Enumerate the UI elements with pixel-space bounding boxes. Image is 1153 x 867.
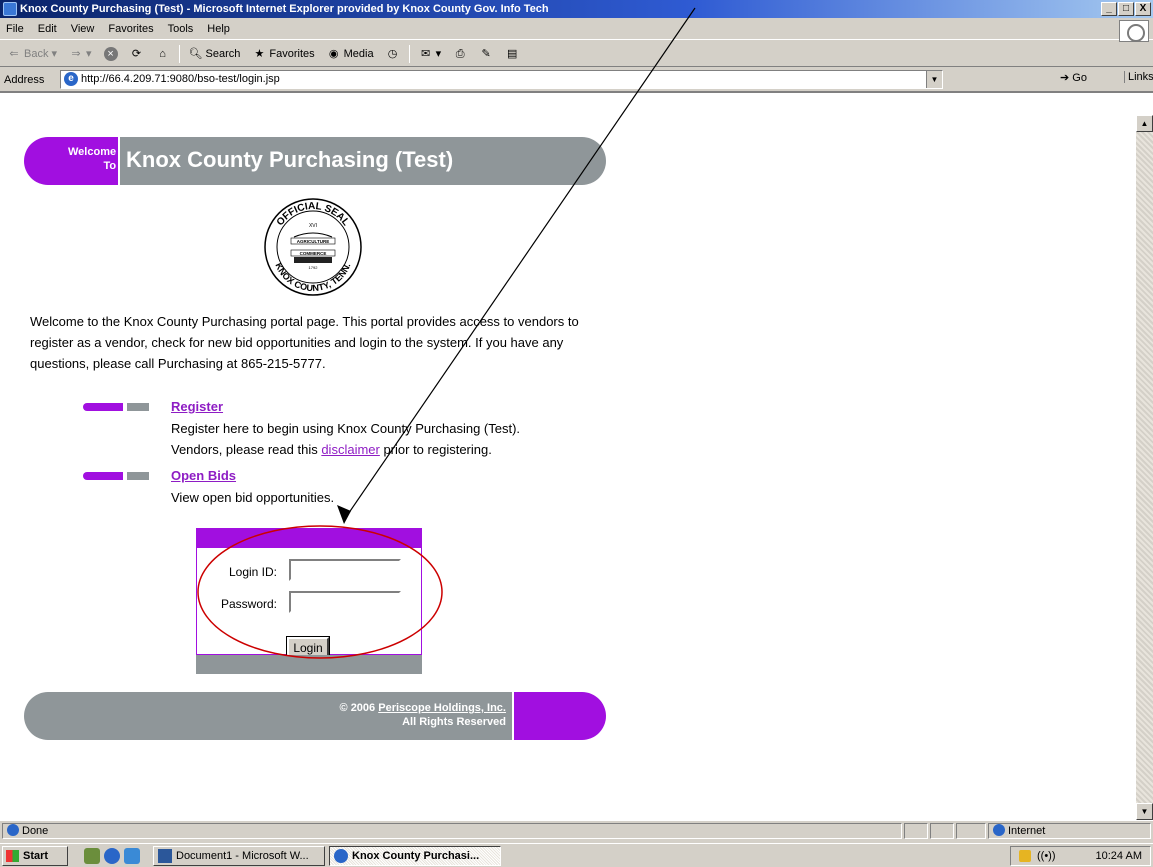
- address-label: Address: [4, 73, 45, 86]
- address-bar: Address e http://66.4.209.71:9080/bso-te…: [0, 68, 1153, 92]
- menu-file[interactable]: File: [6, 23, 24, 35]
- window-title: Knox County Purchasing (Test) - Microsof…: [20, 3, 549, 15]
- menu-tools[interactable]: Tools: [168, 23, 194, 35]
- status-bar: Done Internet: [0, 820, 1153, 840]
- media-button[interactable]: ◉ Media: [324, 44, 377, 64]
- menu-edit[interactable]: Edit: [38, 23, 57, 35]
- forward-arrow-icon: ⇒: [71, 47, 81, 60]
- window-title-bar[interactable]: Knox County Purchasing (Test) - Microsof…: [0, 0, 1153, 18]
- refresh-button[interactable]: ⟳: [127, 44, 147, 64]
- back-arrow-icon: ⇐: [9, 47, 19, 60]
- page-icon: e: [64, 72, 78, 86]
- word-icon: [158, 849, 172, 863]
- welcome-label: Welcome To: [68, 146, 117, 172]
- internet-explorer-quicklaunch-icon[interactable]: [104, 848, 120, 864]
- discuss-button[interactable]: ▤: [502, 44, 522, 64]
- minimize-button[interactable]: _: [1101, 2, 1117, 16]
- windows-logo-throbber: [1119, 20, 1149, 42]
- forward-button[interactable]: ⇒ ▾: [66, 44, 95, 64]
- mail-icon: ✉: [421, 47, 431, 60]
- page-done-icon: [7, 824, 19, 836]
- toolbar-separator: [178, 44, 180, 63]
- tray-app-icon[interactable]: [1019, 850, 1031, 862]
- taskbar: Start Document1 - Microsoft W... Knox Co…: [0, 843, 1153, 867]
- page-content: Welcome To Knox County Purchasing (Test)…: [0, 115, 1136, 820]
- address-url: http://66.4.209.71:9080/bso-test/login.j…: [81, 73, 280, 85]
- outlook-quicklaunch-icon[interactable]: [124, 848, 140, 864]
- menu-favorites[interactable]: Favorites: [108, 23, 153, 35]
- vertical-scrollbar[interactable]: ▲ ▼: [1136, 115, 1153, 820]
- taskbar-button-knox[interactable]: Knox County Purchasi...: [329, 846, 501, 866]
- history-icon: ◷: [387, 47, 398, 60]
- login-id-input[interactable]: [289, 559, 401, 581]
- official-seal-logo: OFFICIAL SEAL KNOX COUNTY, TENN. XVI AGR…: [264, 198, 362, 296]
- password-input[interactable]: [289, 591, 401, 613]
- go-button[interactable]: ➔ Go: [1060, 71, 1087, 84]
- scroll-down-button[interactable]: ▼: [1136, 803, 1153, 820]
- address-input[interactable]: e http://66.4.209.71:9080/bso-test/login…: [60, 70, 943, 89]
- search-button[interactable]: 🔍︎ Search: [186, 44, 244, 64]
- status-text-cell: Done: [2, 823, 902, 839]
- system-tray: ((•)) 10:24 AM: [1010, 846, 1151, 866]
- scroll-up-button[interactable]: ▲: [1136, 115, 1153, 132]
- periscope-link[interactable]: Periscope Holdings, Inc.: [378, 702, 506, 714]
- bullet-bar-icon: [83, 403, 149, 411]
- favorites-icon: ★: [254, 47, 265, 60]
- favorites-button[interactable]: ★ Favorites: [249, 44, 317, 64]
- svg-text:AGRICULTURE: AGRICULTURE: [297, 239, 329, 244]
- media-icon: ◉: [328, 47, 339, 60]
- intro-text: Welcome to the Knox County Purchasing po…: [30, 314, 579, 371]
- mail-button[interactable]: ✉ ▾: [416, 44, 445, 64]
- copyright: © 2006 Periscope Holdings, Inc. All Righ…: [339, 702, 506, 728]
- home-icon: ⌂: [159, 47, 166, 60]
- zone-cell: Internet: [988, 823, 1151, 839]
- clock: 10:24 AM: [1095, 850, 1142, 862]
- links-button[interactable]: Links: [1124, 71, 1153, 83]
- print-icon: ⎙: [455, 47, 465, 60]
- maximize-button[interactable]: □: [1118, 2, 1134, 16]
- header-banner: Welcome To Knox County Purchasing (Test): [24, 137, 606, 185]
- refresh-icon: ⟳: [131, 47, 142, 60]
- password-label: Password:: [220, 597, 277, 611]
- internet-explorer-icon: [3, 2, 17, 16]
- open-bids-link[interactable]: Open Bids: [171, 468, 236, 483]
- register-description: Register here to begin using Knox County…: [171, 421, 521, 436]
- stop-button[interactable]: ×: [101, 44, 121, 64]
- svg-text:COMMERCE: COMMERCE: [300, 251, 327, 256]
- disclaimer-note: Vendors, please read this disclaimer pri…: [171, 442, 492, 457]
- internet-globe-icon: [993, 824, 1005, 836]
- open-bids-description: View open bid opportunities.: [171, 490, 335, 505]
- standard-toolbar: ⇐ Back ▾ ⇒ ▾ × ⟳ ⌂ 🔍︎ Search ★ Favorites ◉ Med…: [0, 41, 1153, 67]
- bullet-bar-icon: [83, 472, 149, 480]
- stop-icon: ×: [103, 46, 118, 61]
- back-button[interactable]: ⇐ Back ▾: [4, 44, 60, 64]
- search-icon: 🔍︎: [188, 47, 203, 60]
- menu-help[interactable]: Help: [207, 23, 230, 35]
- home-button[interactable]: ⌂: [153, 44, 173, 64]
- toolbar-separator: [408, 44, 410, 63]
- show-desktop-icon[interactable]: [84, 848, 100, 864]
- disclaimer-link[interactable]: disclaimer: [321, 442, 380, 457]
- menu-bar: File Edit View Favorites Tools Help: [0, 18, 1153, 40]
- register-link[interactable]: Register: [171, 399, 223, 414]
- login-id-label: Login ID:: [228, 565, 277, 579]
- footer-banner: © 2006 Periscope Holdings, Inc. All Righ…: [24, 692, 606, 740]
- start-button[interactable]: Start: [2, 846, 68, 866]
- edit-button[interactable]: ✎: [476, 44, 496, 64]
- page-title: Knox County Purchasing (Test): [126, 147, 454, 172]
- discuss-icon: ▤: [506, 47, 518, 60]
- address-dropdown-button[interactable]: ▼: [926, 71, 942, 88]
- print-button[interactable]: ⎙: [450, 44, 470, 64]
- close-button[interactable]: X: [1135, 2, 1151, 16]
- svg-text:XVI: XVI: [309, 223, 317, 229]
- taskbar-button-document1[interactable]: Document1 - Microsoft W...: [153, 846, 325, 866]
- login-form: Login ID: Password: Login: [196, 528, 422, 674]
- internet-explorer-icon: [334, 849, 348, 863]
- edit-icon: ✎: [481, 47, 491, 60]
- history-button[interactable]: ◷: [383, 44, 403, 64]
- page-top-margin: [0, 92, 1153, 115]
- svg-text:1792: 1792: [309, 265, 319, 270]
- menu-view[interactable]: View: [71, 23, 95, 35]
- network-icon[interactable]: ((•)): [1037, 847, 1056, 865]
